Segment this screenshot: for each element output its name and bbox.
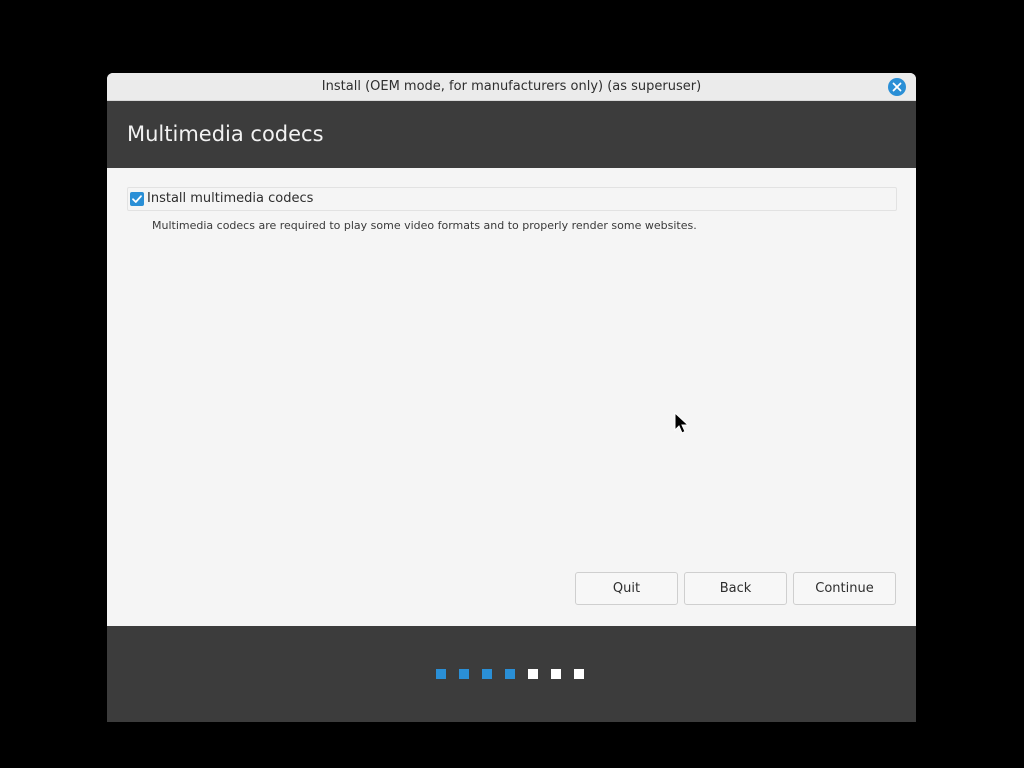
title-bar: Install (OEM mode, for manufacturers onl… [107,73,916,101]
window-title: Install (OEM mode, for manufacturers onl… [321,79,702,94]
progress-step-completed [436,669,446,679]
quit-button[interactable]: Quit [575,572,678,605]
close-icon [892,82,902,92]
progress-step-completed [505,669,515,679]
progress-step-pending [574,669,584,679]
codecs-description: Multimedia codecs are required to play s… [152,219,697,232]
progress-indicator [436,669,584,679]
page-title: Multimedia codecs [127,122,324,146]
progress-step-pending [528,669,538,679]
progress-step-pending [551,669,561,679]
mouse-pointer-icon [674,412,690,434]
page-header: Multimedia codecs [107,101,916,168]
back-button[interactable]: Back [684,572,787,605]
install-codecs-option[interactable]: Install multimedia codecs [127,187,897,211]
continue-button[interactable]: Continue [793,572,896,605]
install-codecs-checkbox[interactable] [130,192,144,206]
progress-step-completed [482,669,492,679]
checkmark-icon [132,195,142,203]
progress-step-completed [459,669,469,679]
install-codecs-label[interactable]: Install multimedia codecs [147,191,313,206]
footer-bar [107,626,916,722]
installer-window: Install (OEM mode, for manufacturers onl… [107,73,916,722]
close-button[interactable] [888,78,906,96]
